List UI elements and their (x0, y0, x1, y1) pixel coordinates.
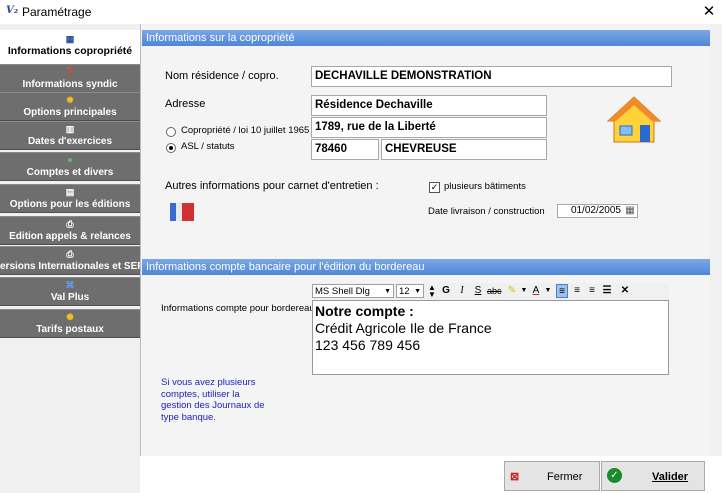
editor-line: Crédit Agricole Ile de France (315, 320, 492, 336)
sidebar-item-label: Tarifs postaux (36, 324, 104, 335)
calendar-icon: ▥ (65, 124, 75, 134)
address-line2-field[interactable]: 1789, rue de la Liberté (311, 117, 547, 138)
size-stepper-icon[interactable]: ▲ ▼ (426, 284, 438, 299)
sidebar-item-tarifs-postaux[interactable]: ✺ Tarifs postaux (0, 309, 140, 338)
postal-code-field[interactable]: 78460 (311, 139, 379, 160)
radio-asl[interactable] (166, 143, 176, 153)
chevron-down-icon[interactable]: ▼ (518, 284, 530, 298)
grid-icon: ▦ (65, 34, 75, 44)
underline-icon[interactable]: S (472, 284, 484, 298)
radio-copropriete-label: Copropriété / loi 10 juillet 1965 (181, 125, 310, 136)
sidebar-item-dates-exercices[interactable]: ▥ Dates d'exercices (0, 121, 140, 150)
help-text: Si vous avez plusieurs comptes, utiliser… (161, 377, 265, 423)
calendar-picker-icon[interactable]: ▦ (624, 205, 636, 217)
document-icon: ▤ (65, 187, 75, 197)
print-icon: ⎙ (66, 249, 74, 259)
editor-line: Notre compte : (315, 303, 414, 319)
title-bar (0, 0, 722, 24)
address-line1-field[interactable]: Résidence Dechaville (311, 95, 547, 116)
font-family-value: MS Shell Dlg (315, 286, 370, 297)
chevron-down-icon[interactable]: ▼ (542, 284, 554, 298)
section-header-copropriete: Informations sur la copropriété (142, 30, 710, 46)
sidebar-item-options-principales[interactable]: ✹ Options principales (0, 92, 140, 121)
name-label: Nom résidence / copro. (165, 70, 279, 82)
radio-copropriete[interactable] (166, 127, 176, 137)
city-field[interactable]: CHEVREUSE (381, 139, 547, 160)
cancel-button-label: Fermer (547, 471, 583, 483)
multi-buildings-label: plusieurs bâtiments (444, 181, 526, 192)
sidebar-item-label: Informations copropriété (7, 45, 133, 57)
editor-toolbar: MS Shell Dlg ▼ 12 ▼ ▲ ▼ G I S abc ✎ ▼ A ▼ ≡… (312, 283, 669, 300)
info-icon: ❓ (64, 67, 76, 77)
cancel-button[interactable]: ⊠ Fermer (504, 461, 600, 491)
align-center-icon[interactable]: ≡ (571, 284, 583, 298)
network-icon: ⌘ (65, 280, 75, 290)
bold-icon[interactable]: G (440, 284, 452, 298)
sidebar-item-versions-internationales[interactable]: ⎙ ersions Internationales et SEF (0, 246, 140, 275)
font-family-select[interactable]: MS Shell Dlg ▼ (312, 284, 394, 298)
sidebar-item-label: Options pour les éditions (9, 199, 131, 210)
section-header-bank: Informations compte bancaire pour l'édit… (142, 259, 710, 275)
sidebar-item-label: Informations syndic (22, 79, 118, 90)
sidebar-item-edition-appels[interactable]: ⎙ Edition appels & relances (0, 216, 140, 245)
delivery-date-label: Date livraison / construction (428, 206, 545, 217)
close-icon: ⊠ (510, 471, 520, 483)
sidebar-item-label: Comptes et divers (26, 167, 114, 178)
sidebar-item-options-editions[interactable]: ▤ Options pour les éditions (0, 184, 140, 213)
editor-line: 123 456 789 456 (315, 337, 421, 353)
sidebar-item-informations-syndic[interactable]: ❓ Informations syndic (0, 64, 140, 93)
account-editor[interactable]: Notre compte : Crédit Agricole Ile de Fr… (312, 300, 669, 375)
right-margin (710, 24, 722, 456)
font-size-value: 12 (399, 286, 410, 297)
other-info-label: Autres informations pour carnet d'entret… (165, 180, 379, 192)
book-icon (170, 203, 194, 221)
close-button[interactable]: ✕ (700, 3, 718, 21)
house-icon (606, 96, 662, 143)
gear-icon: ✹ (66, 95, 74, 105)
align-right-icon[interactable]: ≡ (586, 284, 598, 298)
print-icon: ⎙ (66, 219, 74, 229)
sidebar-item-label: Val Plus (50, 292, 90, 303)
multi-buildings-checkbox[interactable]: ✓ (429, 182, 440, 193)
accounts-icon: ⚭ (66, 155, 74, 165)
checkmark-icon: ✓ (607, 468, 622, 483)
highlight-icon[interactable]: ✎ (506, 284, 518, 298)
strikethrough-icon[interactable]: abc (487, 284, 502, 298)
sidebar: ▦ Informations copropriété ❓ Information… (0, 24, 140, 493)
sidebar-item-label: Options principales (23, 107, 117, 118)
sidebar-item-informations-copropriete[interactable]: ▦ Informations copropriété (0, 30, 140, 64)
address-label: Adresse (165, 98, 206, 110)
account-label: Informations compte pour bordereau (161, 303, 315, 314)
sidebar-item-label: Edition appels & relances (9, 231, 131, 242)
align-left-icon[interactable]: ≡ (556, 284, 568, 298)
justify-icon[interactable]: ☰ (601, 284, 613, 298)
sidebar-item-label: ersions Internationales et SEF (0, 261, 140, 272)
font-color-icon[interactable]: A (530, 284, 542, 298)
radio-asl-label: ASL / statuts (181, 141, 235, 152)
app-icon: V₂ (6, 5, 19, 16)
stamp-icon: ✺ (66, 312, 74, 322)
ok-button[interactable]: ✓ Valider (601, 461, 705, 491)
window-title: Paramétrage (22, 5, 92, 19)
sidebar-item-comptes-divers[interactable]: ⚭ Comptes et divers (0, 152, 140, 181)
italic-icon[interactable]: I (456, 284, 468, 298)
clear-format-icon[interactable]: ✕ (619, 284, 631, 298)
ok-button-label: Valider (652, 471, 689, 483)
font-size-select[interactable]: 12 ▼ (396, 284, 424, 298)
residence-name-field[interactable]: DECHAVILLE DEMONSTRATION (311, 66, 672, 87)
sidebar-item-label: Dates d'exercices (27, 136, 113, 147)
sidebar-item-val-plus[interactable]: ⌘ Val Plus (0, 277, 140, 306)
